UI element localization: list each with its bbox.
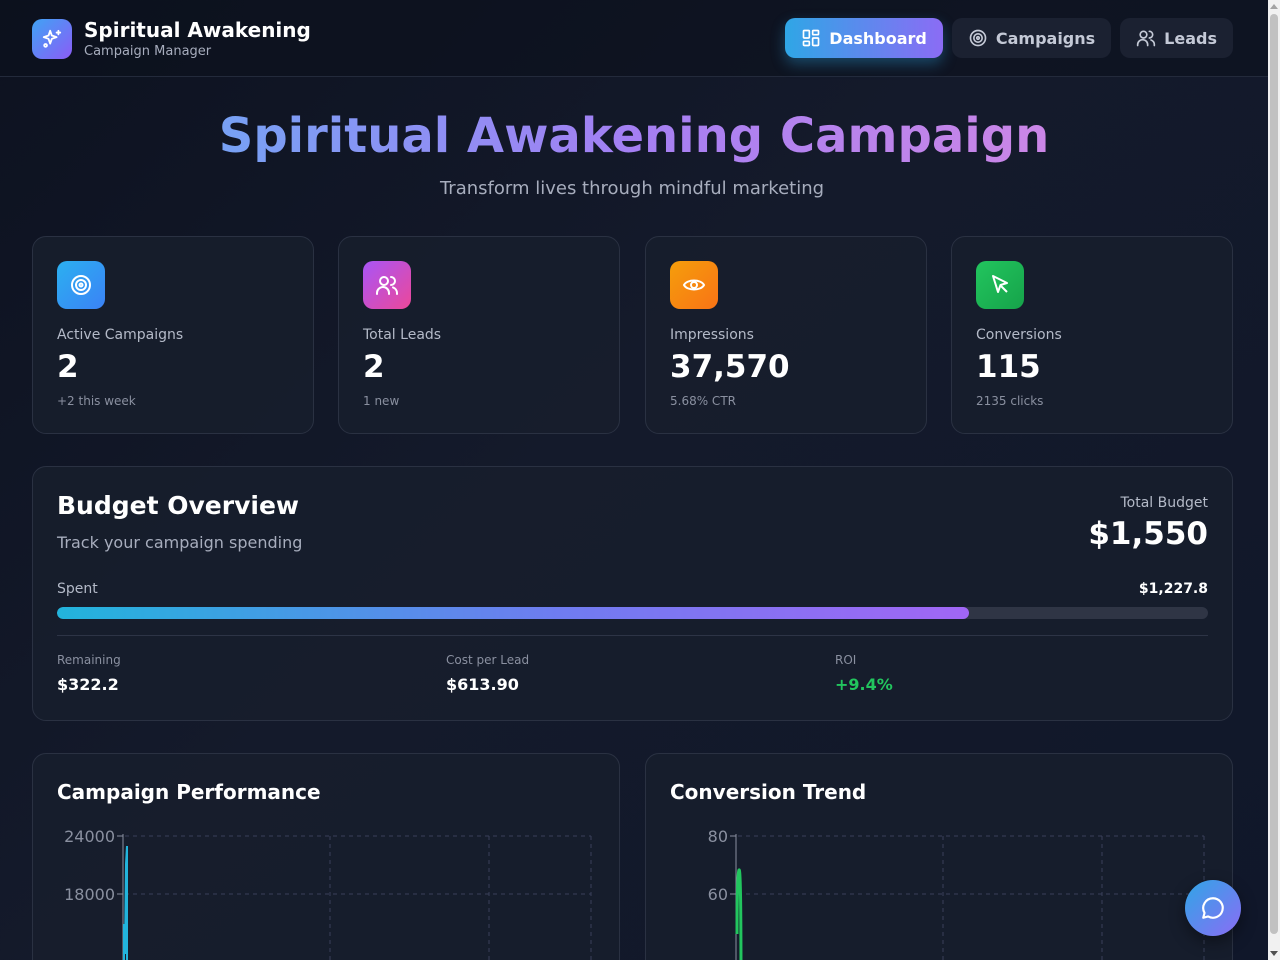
- y-tick-label: 24000: [64, 827, 115, 846]
- chat-button[interactable]: [1185, 880, 1241, 936]
- stat-label: Total Leads: [363, 327, 442, 343]
- stat-note: 5.68% CTR: [670, 394, 736, 408]
- campaign-performance-card: Campaign Performance 24000 18000: [32, 753, 620, 960]
- metric-remaining: Remaining $322.2: [57, 653, 121, 694]
- stat-value: 115: [976, 349, 1041, 385]
- stat-value: 2: [57, 349, 79, 385]
- stat-card-active-campaigns[interactable]: Active Campaigns 2 +2 this week: [32, 236, 314, 434]
- dashboard-icon: [802, 29, 820, 47]
- conversion-trend-card: Conversion Trend 80 60: [645, 753, 1233, 960]
- brand[interactable]: Spiritual Awakening Campaign Manager: [32, 18, 311, 60]
- target-icon: [969, 29, 987, 47]
- metric-label: Cost per Lead: [446, 653, 530, 667]
- series-line: [123, 845, 128, 960]
- chat-icon: [1202, 897, 1224, 919]
- chart-title: Campaign Performance: [57, 780, 321, 804]
- stat-label: Conversions: [976, 327, 1062, 343]
- page-scrollbar[interactable]: [1268, 0, 1280, 960]
- stat-label: Active Campaigns: [57, 327, 184, 343]
- campaign-performance-chart[interactable]: 24000 18000: [33, 824, 620, 960]
- stat-label: Impressions: [670, 327, 754, 343]
- page-title: Spiritual Awakening Campaign: [0, 106, 1268, 166]
- budget-subtitle: Track your campaign spending: [57, 533, 303, 552]
- budget-progress-fill: [57, 607, 969, 619]
- metric-roi: ROI +9.4%: [835, 653, 893, 694]
- brand-title: Spiritual Awakening: [84, 18, 311, 42]
- target-icon: [57, 261, 105, 309]
- metric-cost-per-lead: Cost per Lead $613.90: [446, 653, 529, 694]
- scrollbar-thumb[interactable]: [1270, 14, 1278, 934]
- sparkles-icon: [32, 19, 72, 59]
- total-budget-value: $1,550: [1088, 516, 1208, 552]
- metric-value: $322.2: [57, 675, 119, 694]
- metric-label: ROI: [835, 653, 857, 667]
- scroll-up-arrow[interactable]: [1270, 4, 1278, 9]
- nav-leads-label: Leads: [1164, 28, 1217, 48]
- y-tick-label: 18000: [64, 885, 115, 904]
- cursor-icon: [976, 261, 1024, 309]
- eye-icon: [670, 261, 718, 309]
- spent-label: Spent: [57, 581, 98, 597]
- stat-note: +2 this week: [57, 394, 136, 408]
- nav-campaigns-button[interactable]: Campaigns: [951, 18, 1112, 58]
- stat-value: 2: [363, 349, 385, 385]
- nav-dashboard-label: Dashboard: [829, 28, 927, 48]
- metric-value: $613.90: [446, 675, 519, 694]
- y-tick-label: 80: [708, 827, 728, 846]
- nav-campaigns-label: Campaigns: [995, 28, 1096, 48]
- metric-value: +9.4%: [835, 675, 893, 694]
- total-budget-label: Total Budget: [1120, 495, 1209, 511]
- users-icon: [1137, 30, 1156, 47]
- stat-card-impressions[interactable]: Impressions 37,570 5.68% CTR: [645, 236, 927, 434]
- stat-note: 1 new: [363, 394, 400, 408]
- conversion-trend-chart[interactable]: 80 60: [646, 824, 1233, 960]
- top-navbar: Spiritual Awakening Campaign Manager Das…: [0, 0, 1268, 77]
- metric-label: Remaining: [57, 653, 121, 667]
- brand-subtitle: Campaign Manager: [84, 44, 212, 59]
- stat-card-conversions[interactable]: Conversions 115 2135 clicks: [951, 236, 1233, 434]
- nav-dashboard-button[interactable]: Dashboard: [785, 18, 943, 58]
- stat-note: 2135 clicks: [976, 394, 1044, 408]
- spent-value: $1,227.8: [1138, 581, 1208, 597]
- page-subtitle: Transform lives through mindful marketin…: [439, 178, 825, 199]
- series-line: [735, 868, 743, 960]
- budget-progress-bar: [57, 607, 1208, 619]
- budget-title: Budget Overview: [57, 491, 300, 520]
- users-icon: [363, 261, 411, 309]
- main-nav: Dashboard Campaigns Leads: [785, 18, 1233, 58]
- budget-overview-card: Budget Overview Track your campaign spen…: [32, 466, 1233, 721]
- y-tick-label: 60: [708, 885, 728, 904]
- stat-card-total-leads[interactable]: Total Leads 2 1 new: [338, 236, 620, 434]
- divider: [57, 635, 1208, 636]
- chart-title: Conversion Trend: [670, 780, 867, 804]
- stat-value: 37,570: [670, 349, 790, 385]
- nav-leads-button[interactable]: Leads: [1120, 18, 1233, 58]
- scroll-down-arrow[interactable]: [1270, 951, 1278, 956]
